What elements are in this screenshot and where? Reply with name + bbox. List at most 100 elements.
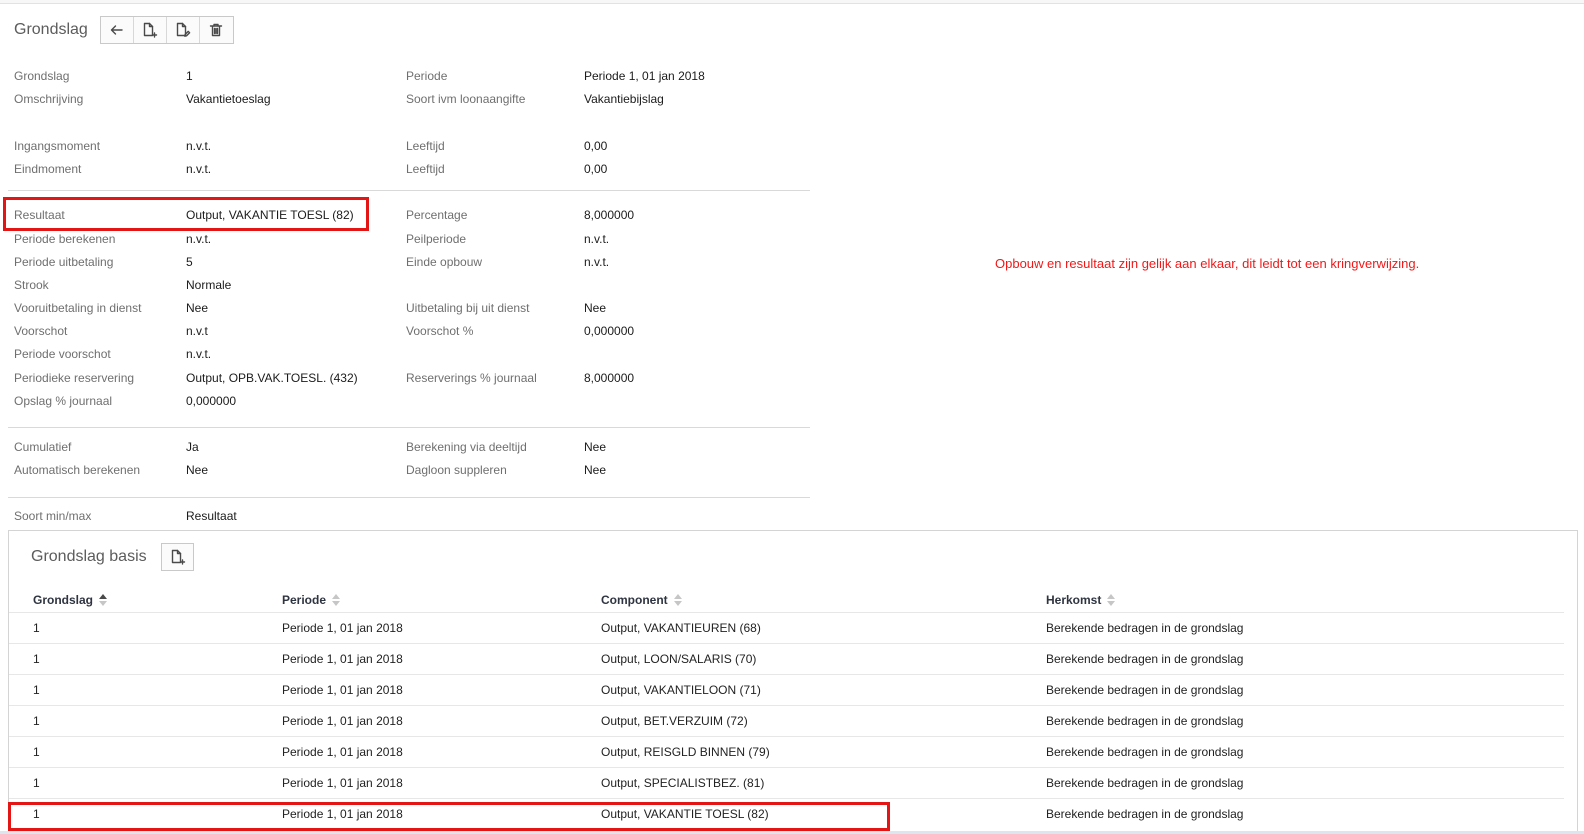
field-label: Reserverings % journaal (406, 371, 584, 385)
field-value: Output, OPB.VAK.TOESL. (432) (186, 371, 406, 385)
field-label: Percentage (406, 208, 584, 222)
form-row: Periodieke reservering Output, OPB.VAK.T… (0, 366, 812, 389)
field-label: Strook (0, 278, 186, 292)
form-row: Voorschot n.v.t Voorschot % 0,000000 (0, 319, 812, 342)
field-label: Eindmoment (0, 162, 186, 176)
column-label: Grondslag (33, 593, 93, 607)
cell-herkomst: Berekende bedragen in de grondslag (1046, 683, 1564, 697)
form-row: Soort min/max Resultaat (0, 504, 812, 527)
cell-component: Output, VAKANTIELOON (71) (601, 683, 1046, 697)
sort-icon (332, 594, 340, 606)
table-row[interactable]: 1 Periode 1, 01 jan 2018 Output, BET.VER… (9, 705, 1564, 736)
sort-icon (674, 594, 682, 606)
field-label: Leeftijd (406, 139, 584, 153)
table-header-row: Grondslag Periode Component Herkomst (9, 587, 1576, 612)
table-row[interactable]: 1 Periode 1, 01 jan 2018 Output, LOON/SA… (9, 643, 1564, 674)
field-label: Opslag % journaal (0, 394, 186, 408)
form-row: Ingangsmoment n.v.t. Leeftijd 0,00 (0, 134, 812, 157)
page-header: Grondslag (14, 16, 234, 44)
form-row-resultaat: Resultaat Output, VAKANTIE TOESL (82) Pe… (0, 203, 812, 226)
cell-periode: Periode 1, 01 jan 2018 (282, 745, 601, 759)
column-header-periode[interactable]: Periode (282, 593, 601, 607)
cell-grondslag: 1 (33, 621, 282, 635)
page-title: Grondslag (14, 21, 88, 39)
panel-header: Grondslag basis (9, 531, 1577, 571)
form-row: Strook Normale (0, 273, 812, 296)
cell-herkomst: Berekende bedragen in de grondslag (1046, 652, 1564, 666)
table-row[interactable]: 1 Periode 1, 01 jan 2018 Output, VAKANTI… (9, 612, 1564, 643)
panel-title: Grondslag basis (31, 548, 147, 566)
field-label: Ingangsmoment (0, 139, 186, 153)
cell-component: Output, BET.VERZUIM (72) (601, 714, 1046, 728)
cell-herkomst: Berekende bedragen in de grondslag (1046, 714, 1564, 728)
circular-reference-warning: Opbouw en resultaat zijn gelijk aan elka… (995, 256, 1419, 271)
field-value: n.v.t. (186, 162, 406, 176)
form-row: Cumulatief Ja Berekening via deeltijd Ne… (0, 435, 812, 458)
cell-herkomst: Berekende bedragen in de grondslag (1046, 776, 1564, 790)
sort-icon (99, 594, 107, 606)
field-value: Output, VAKANTIE TOESL (82) (186, 208, 406, 222)
column-label: Component (601, 593, 668, 607)
back-button[interactable] (101, 17, 134, 43)
field-value: Periode 1, 01 jan 2018 (584, 69, 812, 83)
table-row-highlighted[interactable]: 1 Periode 1, 01 jan 2018 Output, VAKANTI… (9, 798, 1564, 829)
field-value: 5 (186, 255, 406, 269)
column-header-component[interactable]: Component (601, 593, 1046, 607)
field-value: Nee (186, 301, 406, 315)
field-value: Ja (186, 440, 406, 454)
table-row[interactable]: 1 Periode 1, 01 jan 2018 Output, SPECIAL… (9, 767, 1564, 798)
field-value: n.v.t. (186, 232, 406, 246)
field-label: Automatisch berekenen (0, 463, 186, 477)
field-value: Vakantiebijslag (584, 92, 812, 106)
top-border-strip (0, 0, 1584, 4)
cell-component: Output, LOON/SALARIS (70) (601, 652, 1046, 666)
field-value: 0,00 (584, 162, 812, 176)
new-record-icon (141, 22, 158, 39)
field-label: Omschrijving (0, 92, 186, 106)
form-row: Grondslag 1 Periode Periode 1, 01 jan 20… (0, 64, 812, 87)
new-record-icon (169, 549, 186, 566)
cell-periode: Periode 1, 01 jan 2018 (282, 776, 601, 790)
field-value: Nee (186, 463, 406, 477)
field-value: Vakantietoeslag (186, 92, 406, 106)
field-label: Berekening via deeltijd (406, 440, 584, 454)
cell-periode: Periode 1, 01 jan 2018 (282, 652, 601, 666)
field-value: Normale (186, 278, 406, 292)
field-label: Dagloon suppleren (406, 463, 584, 477)
toolbar (100, 16, 234, 44)
new-record-button[interactable] (134, 17, 167, 43)
field-value: 8,000000 (584, 208, 812, 222)
field-label: Voorschot % (406, 324, 584, 338)
cell-component: Output, REISGLD BINNEN (79) (601, 745, 1046, 759)
cell-grondslag: 1 (33, 652, 282, 666)
field-value: Nee (584, 440, 812, 454)
field-label: Voorschot (0, 324, 186, 338)
field-value: n.v.t. (186, 139, 406, 153)
add-basis-record-button[interactable] (161, 543, 194, 571)
form-row: Vooruitbetaling in dienst Nee Uitbetalin… (0, 296, 812, 319)
table-row[interactable]: 1 Periode 1, 01 jan 2018 Output, VAKANTI… (9, 674, 1564, 705)
field-value: n.v.t. (584, 232, 812, 246)
cell-grondslag: 1 (33, 745, 282, 759)
field-value: n.v.t (186, 324, 406, 338)
form-row: Periode uitbetaling 5 Einde opbouw n.v.t… (0, 250, 812, 273)
field-label: Uitbetaling bij uit dienst (406, 301, 584, 315)
field-value: Nee (584, 301, 812, 315)
form-row: Automatisch berekenen Nee Dagloon supple… (0, 458, 812, 481)
section-divider (8, 497, 810, 498)
field-label: Periode berekenen (0, 232, 186, 246)
column-label: Periode (282, 593, 326, 607)
back-arrow-icon (108, 22, 125, 38)
grondslag-basis-panel: Grondslag basis Grondslag Periode Compon… (8, 530, 1578, 834)
edit-record-icon (174, 22, 191, 39)
table-row[interactable]: 1 Periode 1, 01 jan 2018 Output, REISGLD… (9, 736, 1564, 767)
field-label: Periode uitbetaling (0, 255, 186, 269)
column-header-herkomst[interactable]: Herkomst (1046, 593, 1576, 607)
cell-grondslag: 1 (33, 776, 282, 790)
cell-periode: Periode 1, 01 jan 2018 (282, 683, 601, 697)
cell-grondslag: 1 (33, 807, 282, 821)
delete-record-button[interactable] (200, 17, 233, 43)
cell-herkomst: Berekende bedragen in de grondslag (1046, 745, 1564, 759)
column-header-grondslag[interactable]: Grondslag (33, 593, 282, 607)
edit-record-button[interactable] (167, 17, 200, 43)
